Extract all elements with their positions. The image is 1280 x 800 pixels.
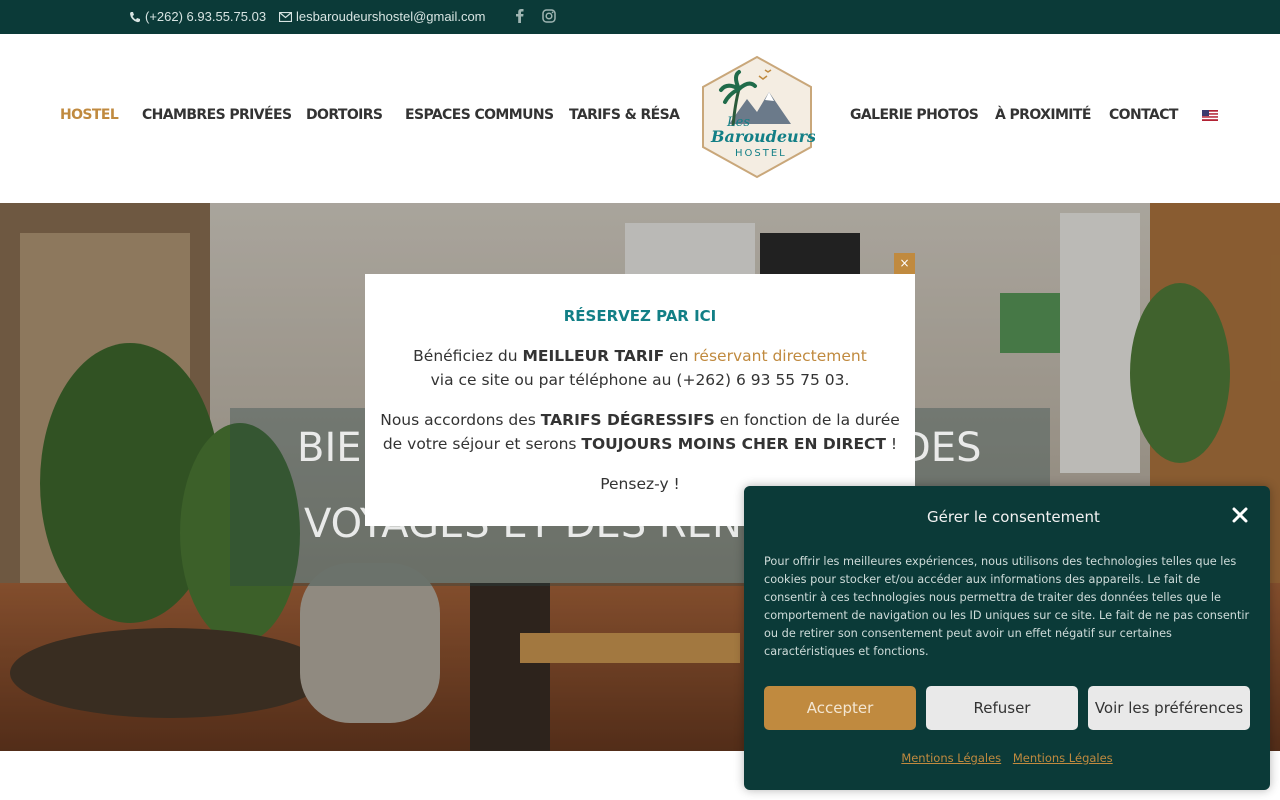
phone-number: (+262) 6.93.55.75.03 (145, 9, 267, 24)
nav-galerie-photos[interactable]: GALERIE PHOTOS (850, 107, 979, 123)
consent-text: Pour offrir les meilleures expériences, … (764, 555, 1250, 658)
nav-tarifs-resa[interactable]: TARIFS & RÉSA (569, 107, 680, 123)
cookie-consent-panel: Gérer le consentement Pour offrir les me… (744, 486, 1270, 790)
site-logo[interactable]: Les Baroudeurs HOSTEL (699, 54, 815, 180)
nav-contact[interactable]: CONTACT (1109, 107, 1178, 123)
instagram-link[interactable] (542, 9, 556, 23)
popup-bold-degressive: TARIFS DÉGRESSIFS (540, 411, 715, 429)
popup-bold-best-rate: MEILLEUR TARIF (522, 347, 665, 365)
popup-paragraph-1: Bénéficiez du MEILLEUR TARIF en réservan… (365, 344, 915, 392)
accept-button[interactable]: Accepter (764, 686, 916, 730)
nav-chambres-privees[interactable]: CHAMBRES PRIVÉES (142, 107, 292, 123)
phone-icon (130, 11, 140, 22)
nav-hostel[interactable]: HOSTEL (60, 107, 119, 123)
popup-text: de votre séjour et serons (382, 435, 582, 453)
popup-paragraph-2: Nous accordons des TARIFS DÉGRESSIFS en … (365, 408, 915, 456)
popup-text: en fonction de la durée (714, 411, 900, 429)
popup-close-button[interactable]: × (894, 253, 915, 274)
popup-text: ! (886, 435, 898, 453)
facebook-icon (516, 9, 524, 23)
envelope-icon (279, 11, 292, 22)
consent-title: Gérer le consentement (927, 508, 1100, 526)
email-contact[interactable]: lesbaroudeurshostel@gmail.com (279, 9, 486, 24)
close-icon[interactable] (1231, 506, 1249, 524)
popup-text: via ce site ou par téléphone au (+262) 6… (430, 371, 850, 389)
nav-espaces-communs[interactable]: ESPACES COMMUNS (405, 107, 554, 123)
nav-a-proximite[interactable]: À PROXIMITÉ (995, 107, 1091, 123)
popup-text: Bénéficiez du (413, 347, 523, 365)
facebook-link[interactable] (515, 9, 524, 23)
logo-text-hostel: HOSTEL (735, 148, 787, 159)
email-address: lesbaroudeurshostel@gmail.com (296, 9, 486, 24)
phone-contact[interactable]: (+262) 6.93.55.75.03 (129, 9, 266, 24)
popup-text: Nous accordons des (380, 411, 541, 429)
consent-links: Mentions Légales Mentions Légales (744, 751, 1270, 765)
refuse-button[interactable]: Refuser (926, 686, 1078, 730)
nav-dortoirs[interactable]: DORTOIRS (306, 107, 383, 123)
logo-text-baroudeurs: Baroudeurs (710, 127, 815, 146)
popup-bold-cheaper-direct: TOUJOURS MOINS CHER EN DIRECT (581, 435, 886, 453)
top-bar: (+262) 6.93.55.75.03 lesbaroudeurshostel… (0, 0, 1280, 34)
language-flag-icon[interactable] (1202, 110, 1218, 121)
hero-title-line1: BIE (297, 425, 362, 471)
legal-link[interactable]: Mentions Légales (1013, 751, 1113, 765)
preferences-button[interactable]: Voir les préférences (1088, 686, 1250, 730)
legal-link[interactable]: Mentions Légales (901, 751, 1001, 765)
book-direct-link[interactable]: réservant directement (693, 347, 866, 365)
popup-text: en (664, 347, 694, 365)
instagram-icon (542, 9, 556, 23)
site-header: HOSTEL CHAMBRES PRIVÉES DORTOIRS ESPACES… (0, 34, 1280, 203)
popup-title: RÉSERVEZ PAR ICI (563, 307, 717, 325)
